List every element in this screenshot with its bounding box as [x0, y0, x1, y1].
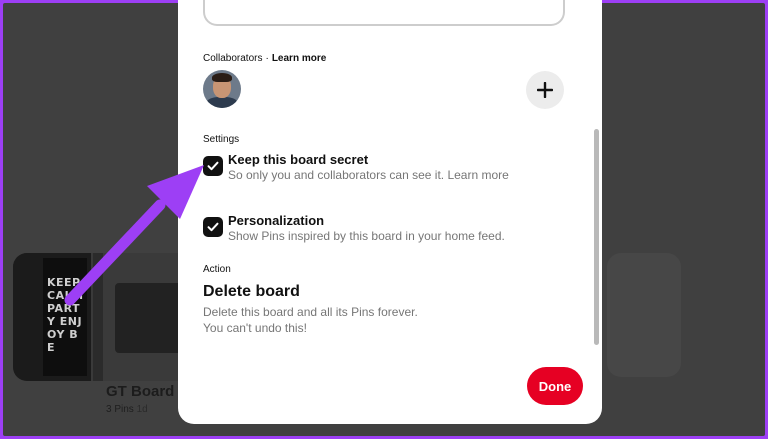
edit-board-modal: Collaborators · Learn more Settings Keep t…: [178, 0, 602, 424]
personalization-checkbox[interactable]: [203, 217, 223, 237]
board-age: 1d: [136, 404, 148, 415]
avatar-hair: [212, 73, 232, 82]
delete-description-line2: You can't undo this!: [203, 321, 307, 335]
collaborators-learn-more-link[interactable]: Learn more: [272, 53, 326, 64]
board-cover-text: KEEP CALM PARTY ENJOY BE: [43, 258, 87, 376]
description-textarea[interactable]: [203, 0, 565, 26]
delete-board-button[interactable]: Delete board: [203, 283, 300, 301]
delete-description-line1: Delete this board and all its Pins forev…: [203, 305, 418, 319]
personalization-option-title: Personalization: [228, 213, 325, 228]
add-collaborator-button[interactable]: [526, 71, 564, 109]
checkmark-icon: [207, 222, 219, 232]
secret-option-description: So only you and collaborators can see it…: [228, 168, 509, 182]
plus-icon: [537, 82, 553, 98]
collaborators-label: Collaborators · Learn more: [203, 53, 326, 64]
done-button[interactable]: Done: [527, 367, 583, 405]
secret-option-title: Keep this board secret: [228, 152, 369, 167]
secret-checkbox[interactable]: [203, 156, 223, 176]
board-cover-left: KEEP CALM PARTY ENJOY BE: [13, 253, 93, 381]
collaborators-separator: ·: [265, 53, 269, 64]
avatar-shirt: [206, 97, 238, 108]
background-board-card-right[interactable]: [607, 253, 681, 377]
background-board-title[interactable]: GT Board: [106, 383, 174, 400]
checkmark-icon: [207, 161, 219, 171]
board-cover-image: [115, 283, 185, 353]
collaborators-label-text: Collaborators: [203, 53, 263, 64]
action-label: Action: [203, 264, 231, 275]
modal-scrollbar[interactable]: [594, 129, 599, 345]
delete-board-description: Delete this board and all its Pins forev…: [203, 304, 418, 336]
collaborator-avatar[interactable]: [203, 70, 241, 108]
personalization-option-description: Show Pins inspired by this board in your…: [228, 229, 505, 243]
background-board-meta: 3 Pins 1d: [106, 404, 148, 415]
board-pin-count: 3 Pins: [106, 404, 134, 415]
settings-label: Settings: [203, 134, 240, 145]
